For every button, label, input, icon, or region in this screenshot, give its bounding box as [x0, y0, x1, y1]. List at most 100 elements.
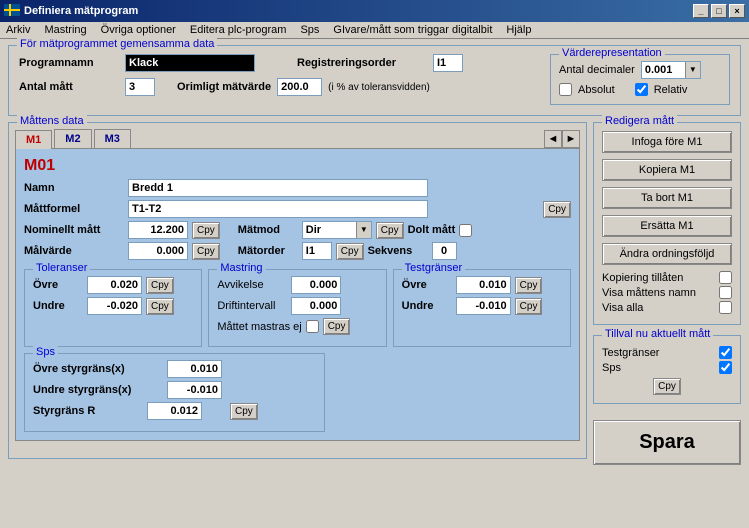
- common-legend: För mätprogrammet gemensamma data: [17, 38, 217, 50]
- malvarde-input[interactable]: [128, 242, 188, 260]
- namn-input[interactable]: [128, 179, 428, 197]
- sps-undre-lbl: Undre styrgräns(x): [33, 384, 163, 396]
- tillval-fieldset: Tillval nu aktuellt mått Testgränser Sps…: [593, 335, 741, 404]
- orimligt-input[interactable]: [277, 78, 322, 96]
- regorder-label: Registreringsorder: [297, 57, 427, 69]
- redigera-fieldset: Redigera mått Infoga före M1 Kopiera M1 …: [593, 122, 741, 325]
- cpy-malvarde[interactable]: Cpy: [192, 243, 220, 260]
- orimligt-hint: (i % av toleransvidden): [328, 82, 430, 93]
- cpy-matmod[interactable]: Cpy: [376, 222, 404, 239]
- nominell-label: Nominellt mått: [24, 224, 124, 236]
- close-button[interactable]: ×: [729, 4, 745, 18]
- kopiera-button[interactable]: Kopiera M1: [602, 159, 732, 181]
- mastras-checkbox[interactable]: [306, 320, 319, 333]
- cpy-matorder[interactable]: Cpy: [336, 243, 364, 260]
- menu-editplc[interactable]: Editera plc-program: [190, 24, 287, 36]
- dolt-checkbox[interactable]: [459, 224, 472, 237]
- sekvens-label: Sekvens: [368, 245, 428, 257]
- mattens-legend: Måttens data: [17, 115, 87, 127]
- sps-legend: Sps: [33, 346, 58, 358]
- orimligt-label: Orimligt mätvärde: [177, 81, 271, 93]
- nominell-input[interactable]: [128, 221, 188, 239]
- cpy-tillval[interactable]: Cpy: [653, 378, 681, 395]
- ordning-button[interactable]: Ändra ordningsföljd: [602, 243, 732, 265]
- tab-m2[interactable]: M2: [54, 129, 91, 148]
- cpy-nominell[interactable]: Cpy: [192, 222, 220, 239]
- drift-lbl: Driftintervall: [217, 300, 287, 312]
- test-ovre-input[interactable]: [456, 276, 511, 294]
- sekvens-input[interactable]: [432, 242, 457, 260]
- avvik-input[interactable]: [291, 276, 341, 294]
- menu-givare[interactable]: GIvare/mått som triggar digitalbit: [333, 24, 492, 36]
- tol-ovre-input[interactable]: [87, 276, 142, 294]
- cpy-sps[interactable]: Cpy: [230, 403, 258, 420]
- mastring-fieldset: Mastring Avvikelse Driftintervall Måttet…: [208, 269, 386, 347]
- tab-m3[interactable]: M3: [94, 129, 131, 148]
- menu-ovriga[interactable]: Övriga optioner: [101, 24, 176, 36]
- sps-ovre-lbl: Övre styrgräns(x): [33, 363, 163, 375]
- matmod-label: Mätmod: [238, 224, 298, 236]
- tol-undre-lbl: Undre: [33, 300, 83, 312]
- visanamn-lbl: Visa måttens namn: [602, 287, 696, 299]
- cpy-mast[interactable]: Cpy: [323, 318, 351, 335]
- tol-ovre-lbl: Övre: [33, 279, 83, 291]
- common-fieldset: För mätprogrammet gemensamma data Progra…: [8, 45, 741, 116]
- regorder-input[interactable]: [433, 54, 463, 72]
- tab-prev[interactable]: ◄: [544, 130, 562, 148]
- programnamn-input[interactable]: [125, 54, 255, 72]
- infoga-button[interactable]: Infoga före M1: [602, 131, 732, 153]
- redigera-legend: Redigera mått: [602, 115, 677, 127]
- test-undre-input[interactable]: [456, 297, 511, 315]
- window-title: Definiera mätprogram: [24, 5, 693, 17]
- formel-label: Måttformel: [24, 203, 124, 215]
- visanamn-checkbox[interactable]: [719, 286, 732, 299]
- kopiering-checkbox[interactable]: [719, 271, 732, 284]
- drift-input[interactable]: [291, 297, 341, 315]
- tab-m1[interactable]: M1: [15, 130, 52, 149]
- tol-undre-input[interactable]: [87, 297, 142, 315]
- tol-legend: Toleranser: [33, 262, 90, 274]
- sps-ovre-input[interactable]: [167, 360, 222, 378]
- tabort-button[interactable]: Ta bort M1: [602, 187, 732, 209]
- cpy-tol-undre[interactable]: Cpy: [146, 298, 174, 315]
- matmod-select[interactable]: Dir: [302, 221, 372, 239]
- antalmatt-input[interactable]: [125, 78, 155, 96]
- tillval-test-checkbox[interactable]: [719, 346, 732, 359]
- test-undre-lbl: Undre: [402, 300, 452, 312]
- visaalla-checkbox[interactable]: [719, 301, 732, 314]
- relativ-checkbox[interactable]: [635, 83, 648, 96]
- cpy-test-ovre[interactable]: Cpy: [515, 277, 543, 294]
- menu-hjalp[interactable]: Hjälp: [506, 24, 531, 36]
- cpy-test-undre[interactable]: Cpy: [515, 298, 543, 315]
- mastras-lbl: Måttet mastras ej: [217, 321, 301, 333]
- menu-arkiv[interactable]: Arkiv: [6, 24, 30, 36]
- cpy-formel[interactable]: Cpy: [543, 201, 571, 218]
- menu-sps[interactable]: Sps: [300, 24, 319, 36]
- menu-mastring[interactable]: Mastring: [44, 24, 86, 36]
- antalmatt-label: Antal mått: [19, 81, 119, 93]
- avvik-lbl: Avvikelse: [217, 279, 287, 291]
- cpy-tol-ovre[interactable]: Cpy: [146, 277, 174, 294]
- sps-r-lbl: Styrgräns R: [33, 405, 143, 417]
- ersatta-button[interactable]: Ersätta M1: [602, 215, 732, 237]
- testgranser-fieldset: Testgränser ÖvreCpy UndreCpy: [393, 269, 571, 347]
- mattens-fieldset: Måttens data M1 M2 M3 ◄ ► M01 Namn Måttf…: [8, 122, 587, 459]
- maximize-button[interactable]: □: [711, 4, 727, 18]
- minimize-button[interactable]: _: [693, 4, 709, 18]
- sps-r-input[interactable]: [147, 402, 202, 420]
- tab-next[interactable]: ►: [562, 130, 580, 148]
- matt-id: M01: [24, 157, 571, 175]
- relativ-label: Relativ: [654, 84, 688, 96]
- valrep-fieldset: Värderepresentation Antal decimaler 0.00…: [550, 54, 730, 105]
- tillval-sps-checkbox[interactable]: [719, 361, 732, 374]
- formel-input[interactable]: [128, 200, 428, 218]
- spara-button[interactable]: Spara: [593, 420, 741, 465]
- valrep-legend: Värderepresentation: [559, 47, 665, 59]
- antaldec-select[interactable]: 0.001: [641, 61, 701, 79]
- matorder-input[interactable]: [302, 242, 332, 260]
- sps-undre-input[interactable]: [167, 381, 222, 399]
- absolut-checkbox[interactable]: [559, 83, 572, 96]
- tillval-test-lbl: Testgränser: [602, 347, 659, 359]
- namn-label: Namn: [24, 182, 124, 194]
- mast-legend: Mastring: [217, 262, 265, 274]
